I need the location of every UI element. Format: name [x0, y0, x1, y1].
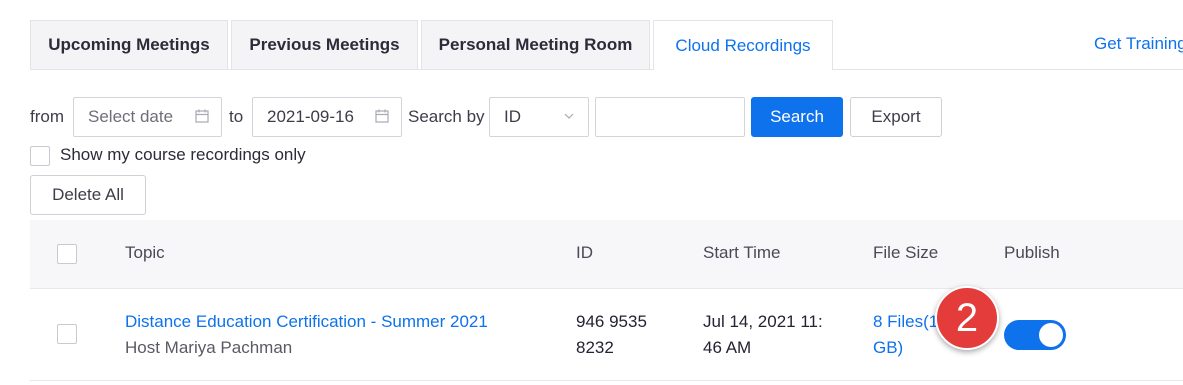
from-date-placeholder: Select date — [88, 107, 174, 126]
header-topic: Topic — [125, 243, 165, 262]
to-date-picker[interactable]: 2021-09-16 — [252, 97, 402, 137]
calendar-icon — [375, 109, 389, 123]
course-only-checkbox[interactable] — [30, 146, 50, 166]
tab-cloud-recordings[interactable]: Cloud Recordings — [653, 20, 833, 70]
delete-all-button[interactable]: Delete All — [30, 175, 146, 215]
recording-start-line2: 46 AM — [703, 338, 752, 357]
search-by-value: ID — [504, 107, 521, 126]
get-training-link[interactable]: Get Training — [1094, 34, 1183, 54]
header-start-time: Start Time — [703, 243, 781, 262]
calendar-icon — [195, 109, 209, 123]
step-number-badge: 2 — [935, 286, 999, 350]
header-file-size: File Size — [873, 243, 939, 262]
row-checkbox[interactable] — [57, 324, 77, 344]
chevron-down-icon — [564, 113, 574, 119]
to-label: to — [229, 107, 244, 126]
tab-previous-meetings[interactable]: Previous Meetings — [231, 20, 418, 69]
to-date-value: 2021-09-16 — [267, 107, 354, 126]
row-divider — [30, 380, 1183, 381]
from-label: from — [30, 107, 64, 126]
recording-topic-link[interactable]: Distance Education Certification - Summe… — [125, 309, 488, 335]
from-date-picker[interactable]: Select date — [73, 97, 222, 137]
recording-host: Host Mariya Pachman — [125, 338, 293, 357]
search-button[interactable]: Search — [751, 97, 843, 137]
recording-files-link[interactable]: 8 Files(1 — [873, 309, 938, 335]
header-id: ID — [576, 243, 593, 262]
header-publish: Publish — [1004, 243, 1060, 262]
recording-id-line1: 946 9535 — [576, 312, 647, 331]
search-by-label: Search by — [408, 107, 485, 126]
course-only-label: Show my course recordings only — [60, 145, 306, 164]
select-all-checkbox[interactable] — [57, 244, 77, 264]
recording-id-line2: 8232 — [576, 338, 614, 357]
publish-toggle[interactable] — [1004, 320, 1066, 350]
tab-bar: Upcoming Meetings Previous Meetings Pers… — [30, 20, 1183, 70]
tab-upcoming-meetings[interactable]: Upcoming Meetings — [30, 20, 228, 69]
tab-personal-meeting-room[interactable]: Personal Meeting Room — [421, 20, 650, 69]
search-input[interactable] — [595, 97, 745, 137]
export-button[interactable]: Export — [850, 97, 942, 137]
recording-start-line1: Jul 14, 2021 11: — [703, 312, 823, 331]
recording-files-link-cont[interactable]: GB) — [873, 335, 903, 361]
search-by-select[interactable]: ID — [489, 97, 589, 137]
toggle-knob — [1039, 323, 1063, 347]
